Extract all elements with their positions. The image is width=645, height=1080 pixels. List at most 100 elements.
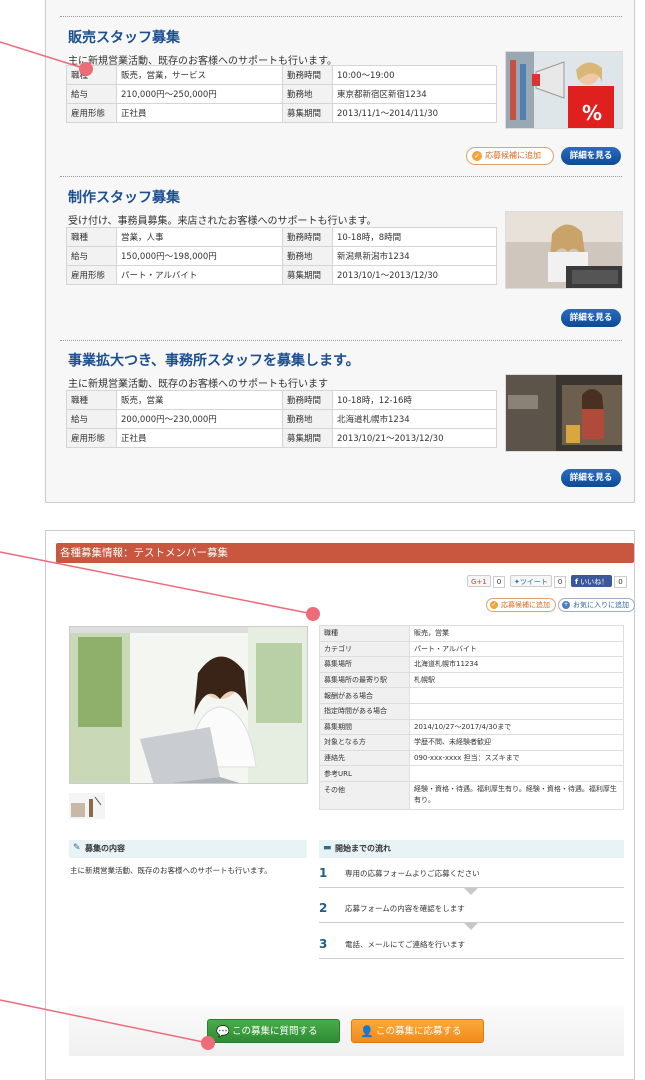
add-candidate-button[interactable]: ✓ 応募候補に追加 — [486, 598, 556, 612]
field-value: 150,000円〜198,000円 — [116, 246, 283, 266]
field-value: 札幌駅 — [409, 671, 624, 689]
view-detail-button[interactable]: 詳細を見る — [561, 309, 621, 327]
field-label: 募集場所の最寄り駅 — [319, 671, 410, 689]
action-bar: 💬 この募集に質問する 👤 この募集に応募する — [69, 1006, 624, 1056]
field-value — [409, 765, 624, 782]
field-label: 連絡先 — [319, 749, 410, 767]
svg-text:%: % — [582, 101, 602, 125]
detail-header: 各種募集情報：テストメンバー募集 — [56, 543, 634, 563]
field-value: 北海道札幌市1234 — [332, 409, 497, 429]
add-candidate-button[interactable]: ✓ 応募候補に追加 — [466, 147, 554, 165]
job-info-table: 職種 営業，人事 勤務時間 10-18時，8時間 給与 150,000円〜198,000… — [66, 227, 497, 285]
woman-laptop-image — [70, 627, 307, 783]
field-value: 販売，営業，サービス — [116, 65, 283, 85]
field-label: 勤務時間 — [282, 227, 333, 247]
job-info-table: 職種 販売，営業，サービス 勤務時間 10:00〜19:00 給与 210,000円〜2… — [66, 65, 497, 123]
job-title[interactable]: 販売スタッフ募集 — [68, 27, 180, 47]
apply-button[interactable]: 👤 この募集に応募する — [351, 1019, 484, 1043]
field-value: 東京都新宿区新宿1234 — [332, 84, 497, 104]
field-value — [409, 702, 624, 720]
field-value: 学歴不問、未経験者歓迎 — [409, 734, 624, 751]
field-value: 販売，営業 — [409, 625, 624, 642]
field-label: 勤務時間 — [282, 65, 333, 85]
view-detail-button[interactable]: 詳細を見る — [561, 147, 621, 165]
field-label: 勤務地 — [282, 409, 333, 429]
field-label: 指定時間がある場合 — [319, 702, 410, 720]
tweet-button[interactable]: ✦ツイート 0 — [510, 575, 567, 588]
person-icon: 👤 — [360, 1025, 374, 1038]
flow-step: 3 電話、メールにてご連絡を行います — [319, 929, 624, 959]
field-label: 雇用形態 — [66, 265, 117, 285]
field-value: 新潟県新潟市1234 — [332, 246, 497, 266]
main-photo — [69, 626, 308, 784]
share-count: 0 — [492, 576, 506, 588]
field-label: 募集場所 — [319, 656, 410, 673]
step-number: 3 — [319, 937, 328, 951]
view-detail-button[interactable]: 詳細を見る — [561, 469, 621, 487]
office-woman-image — [506, 212, 622, 288]
field-value: 正社員 — [116, 103, 283, 123]
add-favorite-button[interactable]: + お気に入りに追加 — [558, 598, 635, 612]
field-value: 2013/11/1〜2014/11/30 — [332, 103, 497, 123]
job-title[interactable]: 事業拡大つき、事務所スタッフを募集します。 — [68, 350, 360, 370]
field-value: 2013/10/21〜2013/12/30 — [332, 428, 497, 448]
content-text: 主に新規営業活動、既存のお客様へのサポートも行います。 — [70, 866, 272, 875]
photo-thumbnail[interactable] — [69, 793, 105, 819]
facebook-like-button[interactable]: f いいね！ 0 — [571, 575, 627, 588]
step-text: 応募フォームの内容を確認をします — [345, 904, 465, 913]
check-icon: ✓ — [472, 151, 482, 161]
job-list-panel: 販売スタッフ募集 主に新規営業活動、既存のお客様へのサポートも行います。 職種販… — [45, 0, 635, 503]
field-label: 給与 — [66, 84, 117, 104]
flow-step: 1 専用の応募フォームよりご応募ください — [319, 858, 624, 895]
job-thumbnail[interactable] — [505, 211, 623, 289]
field-label: 職種 — [66, 227, 117, 247]
field-label: 募集期間 — [282, 428, 333, 448]
flow-section-title: 開始までの流れ — [335, 844, 391, 853]
field-label: 勤務地 — [282, 246, 333, 266]
job-title[interactable]: 制作スタッフ募集 — [68, 187, 180, 207]
add-favorite-label: お気に入りに追加 — [573, 601, 629, 609]
desk-thumbnail-image — [69, 793, 105, 819]
field-label: 勤務地 — [282, 84, 333, 104]
field-label: 職種 — [66, 390, 117, 410]
flow-step: 2 応募フォームの内容を確認をします — [319, 893, 624, 930]
field-label: 給与 — [66, 246, 117, 266]
field-value: 正社員 — [116, 428, 283, 448]
add-candidate-label: 応募候補に追加 — [501, 601, 550, 609]
field-label: 報酬がある場合 — [319, 687, 410, 704]
shopping-woman-image — [506, 375, 622, 451]
content-section-title: 募集の内容 — [85, 844, 125, 853]
field-value: 営業，人事 — [116, 227, 283, 247]
step-number: 2 — [319, 901, 328, 915]
field-value: 北海道札幌市11234 — [409, 656, 624, 673]
field-label: 募集期間 — [319, 718, 410, 736]
tweet-label: ツイート — [519, 578, 548, 586]
job-info-table: 職種 販売，営業 勤務時間 10-18時，12-16時 給与 200,000円〜230,… — [66, 390, 497, 448]
field-label: 対象となる方 — [319, 734, 410, 751]
field-value: 10:00〜19:00 — [332, 65, 497, 85]
field-label: 参考URL — [319, 765, 410, 782]
field-value: 経験・資格・待遇。福利厚生有り。経験・資格・待遇。福利厚生有り。 — [409, 780, 624, 810]
plus-icon: + — [562, 601, 570, 609]
field-label: 雇用形態 — [66, 428, 117, 448]
field-value: 10-18時，8時間 — [332, 227, 497, 247]
job-card: 事業拡大つき、事務所スタッフを募集します。 主に新規営業活動、既存のお客様へのサ… — [60, 340, 623, 502]
facebook-icon: f — [575, 578, 579, 586]
gplus-share[interactable]: G+1 0 — [467, 575, 506, 588]
field-value: 10-18時，12-16時 — [332, 390, 497, 410]
field-label: 募集期間 — [282, 103, 333, 123]
ask-question-button[interactable]: 💬 この募集に質問する — [207, 1019, 340, 1043]
field-label: 職種 — [319, 625, 410, 642]
job-thumbnail[interactable]: % — [505, 51, 623, 129]
job-card: 制作スタッフ募集 受け付け、事務員募集。来店されたお客様へのサポートも行います。… — [60, 176, 623, 338]
field-value: 200,000円〜230,000円 — [116, 409, 283, 429]
add-candidate-label: 応募候補に追加 — [485, 151, 541, 160]
field-label: 給与 — [66, 409, 117, 429]
edit-icon: ✎ — [73, 843, 81, 853]
field-label: 雇用形態 — [66, 103, 117, 123]
step-text: 専用の応募フォームよりご応募ください — [345, 869, 480, 878]
job-thumbnail[interactable] — [505, 374, 623, 452]
chat-bubble-icon: 💬 — [216, 1025, 230, 1038]
job-detail-table: 職種 販売，営業 カテゴリ パート・アルバイト 募集場所 北海道札幌市11234 募集… — [319, 625, 624, 810]
field-label: 募集期間 — [282, 265, 333, 285]
